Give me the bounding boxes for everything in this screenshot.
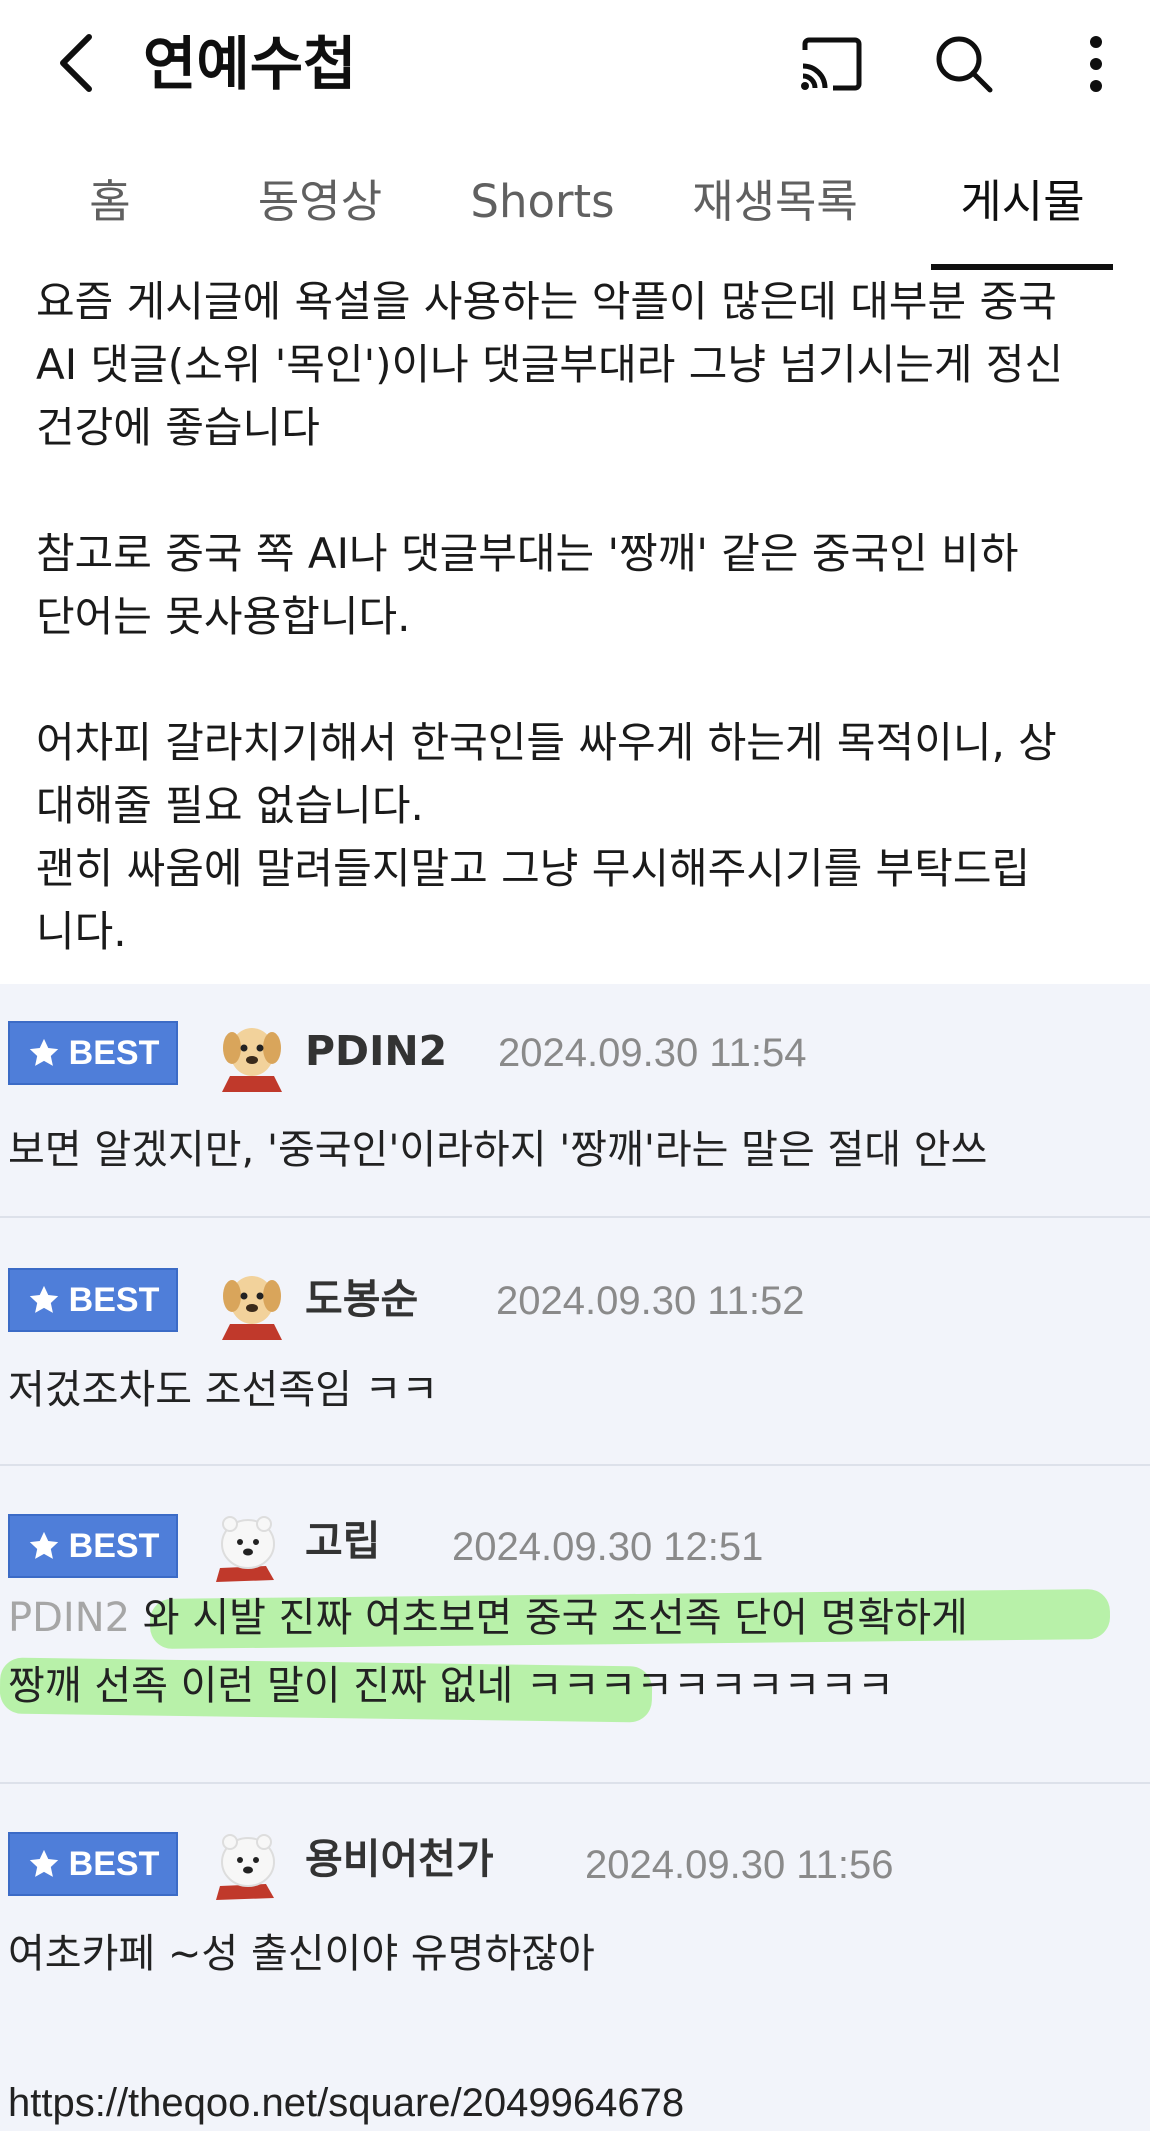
best-badge: BEST bbox=[8, 1021, 178, 1085]
polar-bear-avatar bbox=[208, 1824, 288, 1904]
app-bar: 연예수첩 bbox=[0, 0, 1150, 130]
channel-tabs: 홈 동영상 Shorts 재생목록 게시물 bbox=[0, 150, 1150, 272]
comment-text: 저겄조차도 조선족임 ㅋㅋ bbox=[8, 1367, 439, 1413]
post-line: 건강에 좋습니다 bbox=[36, 403, 320, 452]
cast-icon bbox=[801, 37, 862, 91]
comment-date: 2024.09.30 11:54 bbox=[498, 1031, 807, 1075]
post-line: 괜히 싸움에 말려들지말고 그냥 무시해주시기를 부탁드립 bbox=[36, 844, 1031, 893]
comment-date: 2024.09.30 11:56 bbox=[585, 1843, 894, 1887]
star-icon bbox=[29, 1849, 58, 1877]
puppy-avatar bbox=[212, 1262, 292, 1342]
tab-posts[interactable]: 게시물 bbox=[925, 174, 1120, 230]
best-label: BEST bbox=[68, 1033, 160, 1072]
tab-playlists[interactable]: 재생목록 bbox=[680, 174, 870, 230]
comment-nickname: 고립 bbox=[305, 1517, 381, 1565]
best-badge: BEST bbox=[8, 1514, 178, 1578]
comment-text: PDIN2 와 시발 진짜 여초보면 중국 조선족 단어 명확하게 bbox=[8, 1595, 968, 1641]
star-icon bbox=[29, 1531, 58, 1559]
more-vertical-icon bbox=[1090, 36, 1102, 92]
back-arrow-icon bbox=[60, 34, 92, 92]
post-line: AI 댓글(소위 '목인')이나 댓글부대라 그냥 넘기시는게 정신 bbox=[36, 340, 1064, 389]
search-button[interactable] bbox=[928, 28, 1000, 100]
cast-button[interactable] bbox=[794, 28, 866, 100]
post-body: 요즘 게시글에 욕설을 사용하는 악플이 많은데 대부분 중국 AI 댓글(소위… bbox=[0, 270, 1150, 984]
comment-date: 2024.09.30 12:51 bbox=[452, 1525, 764, 1569]
star-icon bbox=[29, 1038, 58, 1066]
post-line: 참고로 중국 쪽 AI나 댓글부대는 '짱깨' 같은 중국인 비하 bbox=[36, 529, 1019, 578]
mention-tag: PDIN2 bbox=[8, 1595, 131, 1641]
best-comments-screenshot: BEST PDIN2 2024.09.30 11:54 보면 알겠지만, '중국… bbox=[0, 984, 1150, 2131]
back-button[interactable] bbox=[40, 28, 110, 98]
comment-nickname: 용비어천가 bbox=[305, 1835, 494, 1883]
best-label: BEST bbox=[68, 1844, 160, 1883]
comment-nickname: PDIN2 bbox=[305, 1027, 448, 1075]
puppy-avatar bbox=[212, 1014, 292, 1094]
source-url-link[interactable]: https://theqoo.net/square/2049964678 bbox=[8, 2078, 684, 2128]
best-badge: BEST bbox=[8, 1832, 178, 1896]
best-badge: BEST bbox=[8, 1268, 178, 1332]
star-icon bbox=[29, 1285, 58, 1313]
best-label: BEST bbox=[68, 1280, 160, 1319]
polar-bear-avatar bbox=[208, 1506, 288, 1586]
best-label: BEST bbox=[68, 1526, 160, 1565]
post-line: 어차피 갈라치기해서 한국인들 싸우게 하는게 목적이니, 상 bbox=[36, 718, 1057, 767]
comment-item: BEST 고립 2024.09.30 12:51 PDIN2 와 시발 진짜 여… bbox=[0, 1466, 1150, 1784]
comment-text: 보면 알겠지만, '중국인'이라하지 '짱깨'라는 말은 절대 안쓰 bbox=[8, 1127, 988, 1173]
comment-nickname: 도봉순 bbox=[305, 1275, 419, 1323]
comment-text: 여초카페 ~성 출신이야 유명하잖아 bbox=[8, 1931, 595, 1977]
comment-item: BEST 도봉순 2024.09.30 11:52 저겄조차도 조선족임 ㅋㅋ bbox=[0, 1218, 1150, 1466]
tab-shorts[interactable]: Shorts bbox=[455, 174, 630, 230]
comment-text: 짱깨 선족 이런 말이 진짜 없네 ㅋㅋㅋㅋㅋㅋㅋㅋㅋㅋ bbox=[8, 1663, 894, 1709]
channel-title: 연예수첩 bbox=[143, 30, 357, 98]
tab-home[interactable]: 홈 bbox=[60, 174, 160, 230]
comment-date: 2024.09.30 11:52 bbox=[496, 1279, 805, 1323]
post-line: 단어는 못사용합니다. bbox=[36, 592, 411, 641]
post-line: 니다. bbox=[36, 907, 127, 956]
post-line: 대해줄 필요 없습니다. bbox=[36, 781, 424, 830]
more-options-button[interactable] bbox=[1060, 28, 1132, 100]
tab-videos[interactable]: 동영상 bbox=[240, 174, 400, 230]
search-icon bbox=[936, 36, 993, 93]
comment-item: BEST PDIN2 2024.09.30 11:54 보면 알겠지만, '중국… bbox=[0, 984, 1150, 1218]
post-line: 요즘 게시글에 욕설을 사용하는 악플이 많은데 대부분 중국 bbox=[36, 277, 1057, 326]
